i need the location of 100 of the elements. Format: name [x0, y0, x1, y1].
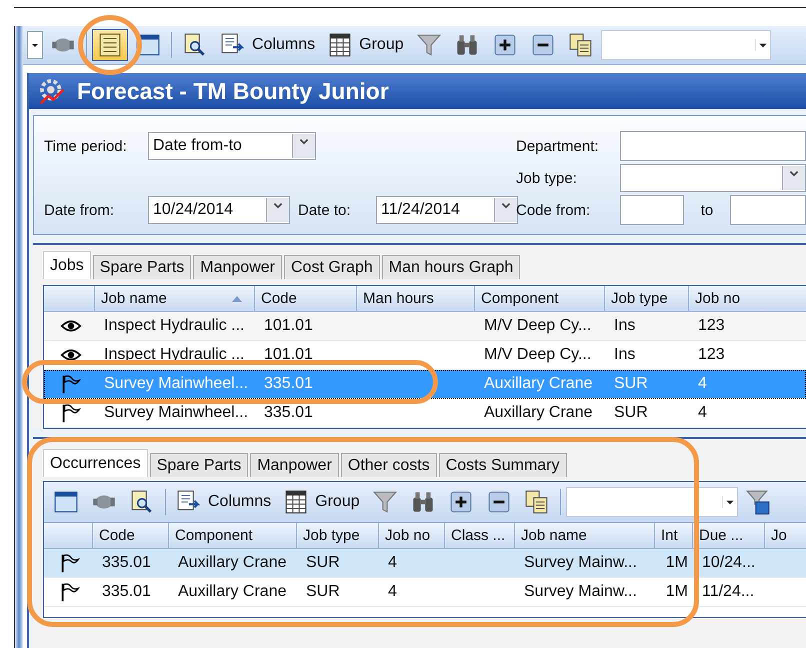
- table-cell: 101.01: [264, 317, 313, 335]
- column-header[interactable]: Job no: [378, 523, 444, 548]
- column-header[interactable]: Class ...: [444, 523, 514, 548]
- table-cell: 101.01: [264, 346, 313, 364]
- table-row[interactable]: 335.01 Auxillary Crane SUR 4 Survey Mainw... 1M 10/24...: [44, 549, 806, 578]
- column-header[interactable]: Jo: [764, 523, 806, 548]
- grid-icon: [283, 489, 310, 515]
- table-cell: M/V Deep Cy...: [484, 346, 592, 364]
- filter-icon: [416, 32, 442, 58]
- table-cell: Auxillary Crane: [484, 375, 592, 393]
- table-cell: 1M: [666, 554, 688, 572]
- minus-icon: [530, 32, 556, 58]
- dropdown-button[interactable]: [27, 31, 43, 59]
- table-cell: 10/24...: [702, 554, 756, 572]
- flag-icon: [59, 581, 81, 603]
- column-header[interactable]: Component: [168, 523, 296, 548]
- grid-button[interactable]: Group: [278, 486, 365, 518]
- column-header[interactable]: Job name: [514, 523, 654, 548]
- table-cell: 11/24...: [702, 583, 754, 601]
- tab[interactable]: Manpower: [193, 255, 282, 279]
- table-cell: Survey Mainw...: [524, 583, 637, 601]
- table-cell: Survey Mainw...: [524, 554, 637, 572]
- table-cell: 335.01: [102, 554, 151, 572]
- field-label: Department:: [516, 138, 600, 154]
- gear-chart-icon: [37, 76, 67, 106]
- time-period-dropdown[interactable]: Date from-to: [148, 132, 316, 160]
- column-header[interactable]: Job type: [296, 523, 378, 548]
- table-cell: Ins: [614, 317, 636, 335]
- copy-icon: [568, 32, 594, 58]
- table-cell: 123: [698, 346, 725, 364]
- tab[interactable]: Costs Summary: [438, 453, 566, 477]
- column-header[interactable]: Component: [474, 286, 604, 311]
- sort-ascending-icon: [232, 296, 242, 302]
- columns-button[interactable]: Columns: [171, 486, 276, 518]
- field-label: Date from:: [44, 202, 116, 218]
- flag-icon: [59, 552, 81, 574]
- window-icon: [53, 489, 79, 515]
- minus-icon: [486, 489, 512, 515]
- field-label: Time period:: [44, 138, 128, 154]
- flag-icon: [60, 373, 82, 395]
- table-cell: 4: [698, 375, 707, 393]
- column-header[interactable]: Int: [654, 523, 692, 548]
- table-cell: SUR: [614, 375, 648, 393]
- column-header[interactable]: Job type: [604, 286, 688, 311]
- table-cell: SUR: [614, 404, 648, 422]
- window-title: Forecast - TM Bounty Junior: [77, 78, 389, 104]
- tab[interactable]: Occurrences: [43, 449, 148, 477]
- table-cell: M/V Deep Cy...: [484, 317, 592, 335]
- table-cell: SUR: [306, 583, 340, 601]
- column-header[interactable]: Man hours: [356, 286, 474, 311]
- date-from-picker[interactable]: 10/24/2014: [148, 196, 290, 224]
- table-cell: Inspect Hydraulic ...: [104, 346, 244, 364]
- tab[interactable]: Other costs: [340, 453, 437, 477]
- columns-button[interactable]: Columns: [215, 29, 320, 61]
- plus-icon: [492, 32, 518, 58]
- column-header[interactable]: Due ...: [692, 523, 764, 548]
- table-cell: Ins: [614, 346, 636, 364]
- field-label: to: [700, 202, 714, 218]
- grid-icon: [327, 32, 354, 58]
- table-cell: 1M: [666, 583, 688, 601]
- table-cell: 4: [388, 583, 397, 601]
- code-from-field[interactable]: [620, 195, 684, 225]
- filter-icon: [372, 489, 398, 515]
- table-cell: 4: [698, 404, 707, 422]
- plus-icon: [448, 489, 474, 515]
- table-cell: Survey Mainwheel...: [104, 404, 248, 422]
- table-cell: SUR: [306, 554, 340, 572]
- column-header[interactable]: Job name: [94, 286, 254, 311]
- tab[interactable]: Man hours Graph: [382, 255, 520, 279]
- code-to-field[interactable]: [730, 195, 806, 225]
- column-header[interactable]: Code: [254, 286, 356, 311]
- table-cell: Inspect Hydraulic ...: [104, 317, 244, 335]
- table-cell: 4: [388, 554, 397, 572]
- list-button[interactable]: [92, 29, 128, 61]
- field-label: Code from:: [516, 202, 592, 218]
- table-row[interactable]: Inspect Hydraulic ... 101.01 M/V Deep Cy... Ins 123: [44, 312, 806, 341]
- field-label: Job type:: [516, 170, 578, 186]
- table-cell: 335.01: [264, 375, 313, 393]
- list-icon: [97, 32, 123, 58]
- column-header[interactable]: Job no: [688, 286, 806, 311]
- table-cell: Auxillary Crane: [178, 554, 286, 572]
- table-cell: 335.01: [102, 583, 151, 601]
- table-cell: 335.01: [264, 404, 313, 422]
- filter-save-icon: [744, 489, 771, 515]
- table-cell: Survey Mainwheel...: [104, 375, 248, 393]
- flag-icon: [60, 402, 82, 424]
- date-to-picker[interactable]: 11/24/2014: [376, 196, 518, 224]
- table-cell: Auxillary Crane: [484, 404, 592, 422]
- table-cell: 123: [698, 317, 725, 335]
- tab[interactable]: Jobs: [43, 251, 91, 279]
- column-header[interactable]: Code: [92, 523, 168, 548]
- tab[interactable]: Spare Parts: [150, 453, 248, 477]
- department-field[interactable]: [620, 131, 806, 161]
- table-cell: Auxillary Crane: [178, 583, 286, 601]
- field-label: Date to:: [298, 202, 352, 218]
- tab[interactable]: Manpower: [250, 453, 339, 477]
- tab[interactable]: Spare Parts: [92, 255, 192, 279]
- tab[interactable]: Cost Graph: [284, 255, 380, 279]
- grid-button[interactable]: Group: [322, 29, 409, 61]
- copy-icon: [524, 489, 550, 515]
